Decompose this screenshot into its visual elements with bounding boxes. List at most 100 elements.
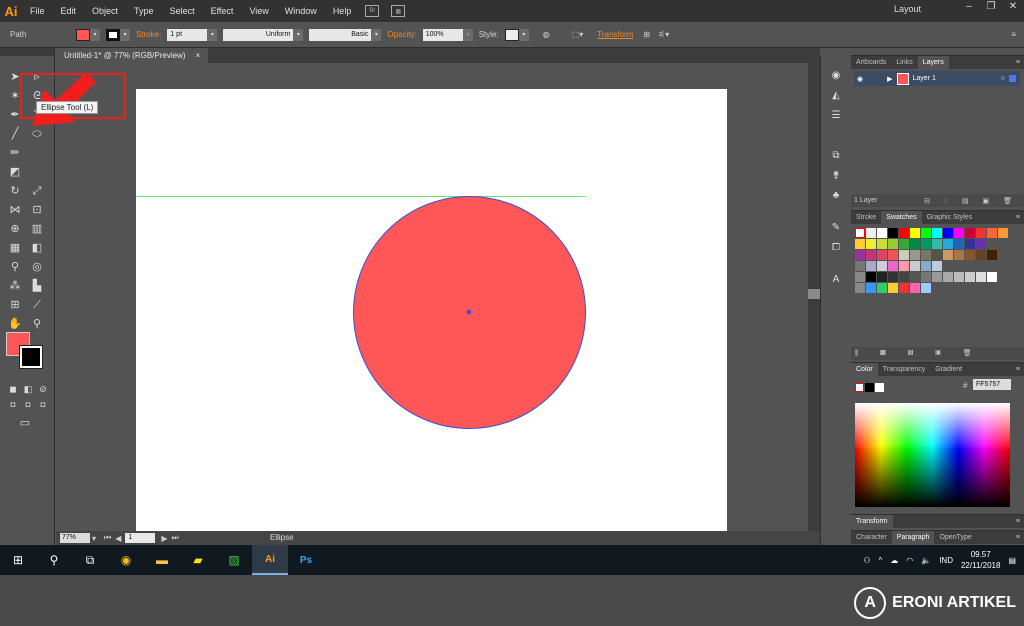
draw-mode-icon[interactable]: ◘ [6, 398, 20, 412]
swatches-footer[interactable]: ⫼ ▦ ▤ ▣ 🗑 [851, 347, 1024, 360]
photoshop-taskbar-icon[interactable]: Ps [288, 545, 324, 575]
profile-dropdown[interactable]: ▾ [293, 28, 304, 41]
opacity-label[interactable]: Opacity: [387, 30, 416, 39]
color-mode-icon[interactable]: ◼ [6, 382, 20, 396]
column-graph-icon[interactable]: ▙ [30, 279, 44, 293]
tab-stroke[interactable]: Stroke [851, 211, 881, 224]
slice-tool-icon[interactable]: ⟋ [30, 298, 44, 312]
white-swatch[interactable] [875, 383, 884, 392]
transform-menu-icon[interactable]: ≡ [1016, 515, 1024, 528]
document-tab[interactable]: Untitled-1* @ 77% (RGB/Preview) × [56, 48, 209, 63]
appearance-icon[interactable]: ◭ [829, 89, 843, 103]
toolbox-header[interactable] [0, 48, 54, 56]
stroke-dropdown[interactable]: ▾ [120, 28, 130, 41]
symbol-sprayer-icon[interactable]: ⁂ [8, 279, 22, 293]
none-swatch-icon[interactable] [855, 383, 864, 392]
minimize-button[interactable]: – [958, 0, 980, 14]
arrange-documents-icon[interactable]: ▦ [391, 5, 406, 17]
line-tool-icon[interactable]: ╱ [8, 127, 22, 141]
menu-type[interactable]: Type [126, 0, 162, 22]
stroke-weight-field[interactable]: 1 pt [167, 28, 208, 41]
search-icon[interactable]: ⚲ [36, 545, 72, 575]
tab-paragraph[interactable]: Paragraph [891, 531, 935, 544]
fill-swatch-control[interactable] [76, 28, 90, 41]
tab-opentype[interactable]: OpenType [934, 531, 976, 544]
illustrator-taskbar-icon[interactable]: Ai [252, 545, 288, 575]
brush-field[interactable]: Basic [309, 28, 372, 41]
tab-transform[interactable]: Transform [851, 515, 893, 528]
ellipse-center-point[interactable] [467, 310, 471, 314]
paintbrush-icon[interactable]: ✏ [8, 146, 22, 160]
artboard[interactable] [136, 89, 727, 531]
fill-dropdown[interactable]: ▾ [90, 28, 100, 41]
scroll-thumb[interactable] [808, 289, 820, 299]
menu-view[interactable]: View [241, 0, 276, 22]
canvas-area[interactable] [56, 63, 820, 531]
close-button[interactable]: ✕ [1002, 0, 1024, 14]
mesh-tool-icon[interactable]: ▦ [8, 241, 22, 255]
align-icon[interactable]: ⬚▾ [572, 30, 584, 39]
transform-link[interactable]: Transform [597, 30, 633, 39]
prev-artboard-icon[interactable]: ◀ [115, 534, 121, 543]
style-dropdown[interactable]: ▾ [518, 28, 529, 41]
menu-effect[interactable]: Effect [203, 0, 242, 22]
stroke-profile-field[interactable]: Uniform [223, 28, 294, 41]
menu-help[interactable]: Help [325, 0, 360, 22]
hand-tool-icon[interactable]: ✋ [8, 317, 22, 331]
expand-arrow-icon[interactable]: ▶ [887, 75, 892, 83]
bridge-icon[interactable]: Br [365, 5, 380, 17]
tab-links[interactable]: Links [891, 56, 917, 69]
volume-icon[interactable]: 🔈 [921, 556, 931, 565]
chrome-icon[interactable]: ◉ [108, 545, 144, 575]
arrange-icon[interactable]: ⚟▾ [658, 30, 669, 39]
symbols-icon[interactable]: ♣ [829, 189, 843, 203]
language-indicator[interactable]: IND [939, 556, 953, 565]
document-close-icon[interactable]: × [196, 48, 201, 63]
none-mode-icon[interactable]: ⊘ [36, 382, 50, 396]
tab-color[interactable]: Color [851, 363, 878, 376]
menu-edit[interactable]: Edit [53, 0, 85, 22]
notification-icon[interactable]: ▤ [1008, 556, 1016, 565]
image-app-icon[interactable]: ▨ [216, 545, 252, 575]
pathfinder-icon[interactable]: ⧉ [829, 149, 843, 163]
tab-artboards[interactable]: Artboards [851, 56, 891, 69]
color-menu-icon[interactable]: ≡ [1016, 363, 1024, 376]
menu-file[interactable]: File [22, 0, 53, 22]
tray-chevron-icon[interactable]: ^ [878, 556, 882, 565]
graphic-styles-icon[interactable]: ⧠ [829, 241, 843, 255]
people-icon[interactable]: ⚇ [863, 556, 870, 565]
stroke-color-swatch[interactable] [19, 345, 43, 369]
visibility-eye-icon[interactable]: ◉ [857, 75, 863, 83]
perspective-grid-icon[interactable]: ▥ [30, 222, 44, 236]
type-menu-icon[interactable]: ≡ [1016, 531, 1024, 544]
selection-indicator[interactable] [1009, 75, 1016, 82]
layers-menu-icon[interactable]: ≡ [1016, 56, 1024, 69]
zoom-dropdown-icon[interactable]: ▾ [92, 534, 96, 543]
character-styles-icon[interactable]: A [829, 273, 843, 287]
menu-select[interactable]: Select [162, 0, 203, 22]
swatch-grid[interactable] [851, 224, 1024, 293]
recolor-icon[interactable]: ◍ [543, 30, 550, 39]
artboard-tool-icon[interactable]: ⊞ [8, 298, 22, 312]
rotate-tool-icon[interactable]: ↻ [8, 184, 22, 198]
draw-behind-icon[interactable]: ◘ [21, 398, 35, 412]
stroke-weight-dropdown[interactable]: ▾ [207, 28, 218, 41]
opacity-field[interactable]: 100% [422, 28, 463, 41]
gradient-mode-icon[interactable]: ◧ [21, 382, 35, 396]
align-panel-icon[interactable]: ☰ [829, 109, 843, 123]
workspace-switcher[interactable]: Layout [894, 4, 921, 14]
black-swatch[interactable] [865, 383, 874, 392]
screen-mode-icon[interactable]: ▭ [18, 416, 32, 430]
last-artboard-icon[interactable]: ⏭ [172, 533, 179, 543]
eraser-icon[interactable]: ◩ [8, 165, 22, 179]
tab-swatches[interactable]: Swatches [881, 211, 922, 224]
eyedropper-icon[interactable]: ⚲ [8, 260, 22, 274]
first-artboard-icon[interactable]: ⏮ [104, 533, 111, 543]
sticky-notes-icon[interactable]: ▰ [180, 545, 216, 575]
menu-window[interactable]: Window [277, 0, 325, 22]
swatch-footer-icons[interactable]: ⫼ ▦ ▤ ▣ 🗑 [855, 350, 982, 357]
blend-tool-icon[interactable]: ◎ [30, 260, 44, 274]
vertical-scrollbar[interactable] [808, 63, 820, 531]
swatches-menu-icon[interactable]: ≡ [1016, 211, 1024, 224]
layer-name[interactable]: Layer 1 [913, 75, 936, 82]
